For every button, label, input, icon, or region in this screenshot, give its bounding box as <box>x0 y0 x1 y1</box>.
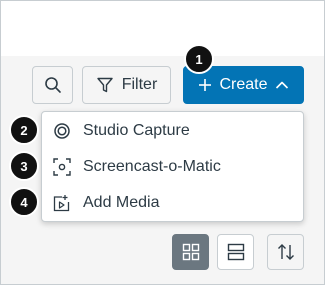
app-frame: Filter Create Studio Capture Screencast-… <box>0 0 325 285</box>
create-label: Create <box>219 76 268 93</box>
grid-view-button[interactable] <box>172 234 209 270</box>
filter-button[interactable]: Filter <box>82 66 171 104</box>
header-area <box>1 1 324 56</box>
menu-item-add-media[interactable]: Add Media <box>42 185 303 221</box>
create-dropdown-menu: Studio Capture Screencast-o-Matic Add Me… <box>41 111 304 222</box>
studio-capture-icon <box>54 123 70 139</box>
list-view-icon <box>227 243 244 261</box>
menu-item-studio-capture[interactable]: Studio Capture <box>42 113 303 149</box>
menu-item-label: Screencast-o-Matic <box>83 158 221 175</box>
search-button[interactable] <box>32 66 73 104</box>
callout-badge: 2 <box>9 115 39 145</box>
menu-item-label: Add Media <box>83 194 160 211</box>
callout-badge: 1 <box>184 44 214 74</box>
list-view-button[interactable] <box>217 234 254 270</box>
sort-icon <box>277 244 294 260</box>
screencast-icon <box>53 158 71 176</box>
menu-item-screencast-o-matic[interactable]: Screencast-o-Matic <box>42 149 303 185</box>
add-media-icon <box>53 195 70 212</box>
plus-icon <box>199 79 212 91</box>
callout-badge: 4 <box>9 187 39 217</box>
search-icon <box>44 77 61 93</box>
filter-icon <box>97 77 113 93</box>
chevron-up-icon <box>275 81 288 89</box>
grid-view-icon <box>182 243 199 261</box>
filter-label: Filter <box>121 76 158 93</box>
callout-badge: 3 <box>9 151 39 181</box>
menu-item-label: Studio Capture <box>83 122 190 139</box>
sort-button[interactable] <box>267 234 304 270</box>
